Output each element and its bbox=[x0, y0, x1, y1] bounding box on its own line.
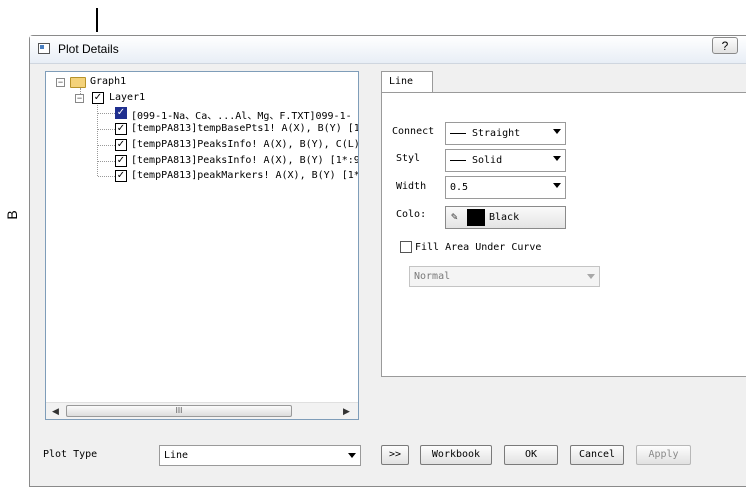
collapse-icon[interactable]: − bbox=[56, 78, 65, 87]
style-select[interactable]: Solid bbox=[445, 149, 566, 172]
tree-item-label: [tempPA813]tempBasePts1! A(X), B(Y) [1 bbox=[131, 123, 359, 134]
connect-select[interactable]: Straight bbox=[445, 122, 566, 145]
scroll-right-icon[interactable]: ▶ bbox=[343, 406, 350, 417]
ok-button[interactable]: OK bbox=[504, 445, 558, 465]
plot-tree: − Graph1 − ✓ Layer1 ✓ [099-1-Na、Ca、...Al… bbox=[45, 71, 359, 420]
layer-checkbox[interactable]: ✓ bbox=[92, 92, 104, 104]
figure-marker-line bbox=[96, 8, 98, 32]
plot-type-select[interactable]: Line bbox=[159, 445, 361, 466]
tree-item-plot[interactable]: ✓ [tempPA813]peakMarkers! A(X), B(Y) [1* bbox=[46, 170, 358, 185]
collapse-icon[interactable]: − bbox=[75, 94, 84, 103]
tree-item-layer[interactable]: − ✓ Layer1 bbox=[46, 92, 346, 107]
chevron-down-icon bbox=[348, 453, 356, 458]
plot-type-label: Plot Type bbox=[43, 449, 98, 460]
fill-area-label: Fill Area Under Curve bbox=[415, 242, 542, 253]
chevron-down-icon bbox=[553, 156, 561, 161]
figure-panel-label: B bbox=[4, 210, 20, 220]
width-value: 0.5 bbox=[450, 182, 469, 193]
scroll-left-icon[interactable]: ◀ bbox=[52, 406, 59, 417]
window-icon bbox=[38, 43, 50, 54]
plot-checkbox[interactable]: ✓ bbox=[115, 155, 127, 167]
width-label: Width bbox=[396, 181, 427, 192]
style-value: Solid bbox=[472, 155, 503, 166]
tree-item-label: [tempPA813]PeaksInfo! A(X), B(Y), C(L) bbox=[131, 139, 359, 150]
tree-item-plot[interactable]: ✓ [tempPA813]PeaksInfo! A(X), B(Y), C(L) bbox=[46, 139, 358, 154]
folder-icon bbox=[70, 77, 86, 88]
fill-area-checkbox[interactable] bbox=[400, 241, 412, 253]
fill-mode-select[interactable]: Normal bbox=[409, 266, 600, 287]
connect-value: Straight bbox=[472, 128, 521, 139]
tree-item-label: Layer1 bbox=[109, 92, 146, 103]
color-value: Black bbox=[489, 212, 520, 223]
line-sample-icon bbox=[450, 159, 466, 161]
tree-item-plot[interactable]: ✓ [099-1-Na、Ca、...Al、Mg、F.TXT]099-1- bbox=[46, 107, 358, 122]
tree-item-plot[interactable]: ✓ [tempPA813]PeaksInfo! A(X), B(Y) [1*:9 bbox=[46, 155, 358, 170]
scrollbar-thumb[interactable]: III bbox=[66, 405, 292, 417]
color-swatch bbox=[467, 209, 485, 226]
tab-line[interactable]: Line bbox=[381, 71, 433, 93]
plot-checkbox[interactable]: ✓ bbox=[115, 139, 127, 151]
width-select[interactable]: 0.5 bbox=[445, 176, 566, 199]
style-label: Styl bbox=[396, 153, 421, 164]
workbook-button[interactable]: Workbook bbox=[420, 445, 492, 465]
tree-item-plot[interactable]: ✓ [tempPA813]tempBasePts1! A(X), B(Y) [1 bbox=[46, 123, 358, 138]
plot-details-dialog: Plot Details ? − Graph1 − ✓ Layer1 ✓ [09… bbox=[29, 35, 746, 487]
pen-icon: ✎ bbox=[451, 210, 458, 223]
help-button[interactable]: ? bbox=[712, 37, 738, 54]
chevron-down-icon bbox=[553, 183, 561, 188]
color-label: Colo: bbox=[396, 209, 427, 220]
plot-checkbox[interactable]: ✓ bbox=[115, 107, 127, 119]
cancel-button[interactable]: Cancel bbox=[570, 445, 624, 465]
line-sample-icon bbox=[450, 132, 466, 134]
chevron-down-icon bbox=[553, 129, 561, 134]
color-button[interactable]: ✎ Black bbox=[445, 206, 566, 229]
connect-label: Connect bbox=[392, 126, 435, 137]
tree-item-label: [tempPA813]PeaksInfo! A(X), B(Y) [1*:9 bbox=[131, 155, 359, 166]
tree-item-label: Graph1 bbox=[90, 76, 127, 87]
chevron-down-icon bbox=[587, 274, 595, 279]
horizontal-scrollbar[interactable]: ◀ III ▶ bbox=[46, 402, 358, 419]
expand-button[interactable]: >> bbox=[381, 445, 409, 465]
plot-checkbox[interactable]: ✓ bbox=[115, 123, 127, 135]
apply-button[interactable]: Apply bbox=[636, 445, 691, 465]
tree-item-graph[interactable]: − Graph1 bbox=[46, 76, 346, 91]
tree-content: − Graph1 − ✓ Layer1 ✓ [099-1-Na、Ca、...Al… bbox=[46, 72, 358, 402]
tree-item-label: [099-1-Na、Ca、...Al、Mg、F.TXT]099-1- bbox=[131, 111, 352, 122]
plot-checkbox[interactable]: ✓ bbox=[115, 170, 127, 182]
tree-item-label: [tempPA813]peakMarkers! A(X), B(Y) [1* bbox=[131, 170, 359, 181]
fill-mode-value: Normal bbox=[414, 271, 451, 282]
window-title: Plot Details bbox=[58, 42, 119, 56]
plot-type-value: Line bbox=[164, 450, 189, 461]
title-bar: Plot Details ? bbox=[30, 36, 746, 64]
